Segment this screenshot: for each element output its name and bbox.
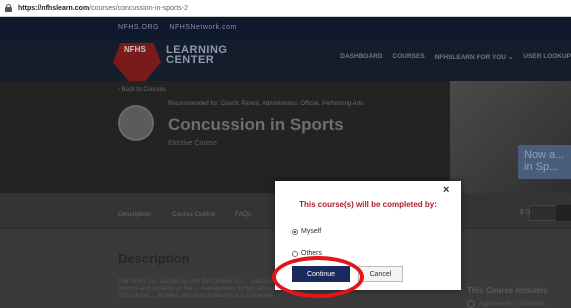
recommended-for: Recommended for: Coach, Parent, Administ… xyxy=(168,101,364,107)
top-strip: NFHS.ORG NFHSNetwork.com xyxy=(0,17,571,39)
lock-icon xyxy=(5,4,12,12)
nav-user-lookup[interactable]: USER LOOKUP xyxy=(523,53,571,61)
nav-courses[interactable]: COURSES xyxy=(393,53,425,61)
close-icon[interactable]: × xyxy=(443,184,449,196)
tab-course-outline[interactable]: Course Outline xyxy=(172,211,215,218)
option-myself[interactable]: Myself xyxy=(292,228,321,235)
logo-text: NFHS xyxy=(124,45,146,54)
course-title: Concussion in Sports xyxy=(168,115,344,134)
tab-description[interactable]: Description xyxy=(118,211,151,218)
nav-for-you[interactable]: NFHSLEARN FOR YOU ⌄ xyxy=(435,53,514,61)
url-text[interactable]: https://nfhslearn.com/courses/concussion… xyxy=(18,5,188,12)
promo-badge: Now a... in Sp... xyxy=(518,145,571,179)
price-box xyxy=(529,205,557,221)
tab-faqs[interactable]: FAQs xyxy=(235,211,251,218)
description-heading: Description xyxy=(118,251,190,266)
includes-heading: This Course Includes xyxy=(467,286,548,295)
nfhs-org-link[interactable]: NFHS.ORG xyxy=(118,24,159,31)
option-myself-label: Myself xyxy=(301,228,322,235)
cancel-button[interactable]: Cancel xyxy=(358,266,403,282)
option-others-label: Others xyxy=(301,250,323,257)
back-to-courses-link[interactable]: ‹ Back to Courses xyxy=(118,87,166,93)
purchase-button[interactable] xyxy=(556,205,571,221)
course-type: Elective Course xyxy=(168,140,218,147)
brand-name[interactable]: LEARNING CENTER xyxy=(166,45,227,66)
radio-myself[interactable] xyxy=(292,228,298,235)
browser-url-bar[interactable]: https://nfhslearn.com/courses/concussion… xyxy=(0,0,571,17)
check-circle-icon xyxy=(467,300,475,308)
modal-title: This course(s) will be completed by: xyxy=(299,200,437,209)
course-icon xyxy=(118,105,154,141)
nfhs-network-link[interactable]: NFHSNetwork.com xyxy=(169,24,236,31)
course-hero xyxy=(0,81,571,193)
nav-dashboard[interactable]: DASHBOARD xyxy=(340,53,382,61)
option-others[interactable]: Others xyxy=(292,250,322,257)
completion-modal: × This course(s) will be completed by: M… xyxy=(275,181,461,290)
continue-button[interactable]: Continue xyxy=(292,266,350,282)
site-header: NFHS LEARNING CENTER DASHBOARD COURSES N… xyxy=(0,39,571,91)
course-price: $ 0 xyxy=(520,209,530,216)
main-nav: DASHBOARD COURSES NFHSLEARN FOR YOU ⌄ US… xyxy=(340,53,571,61)
includes-item: Approved for 1 Clock Ho... xyxy=(467,300,549,308)
radio-others[interactable] xyxy=(292,250,298,257)
